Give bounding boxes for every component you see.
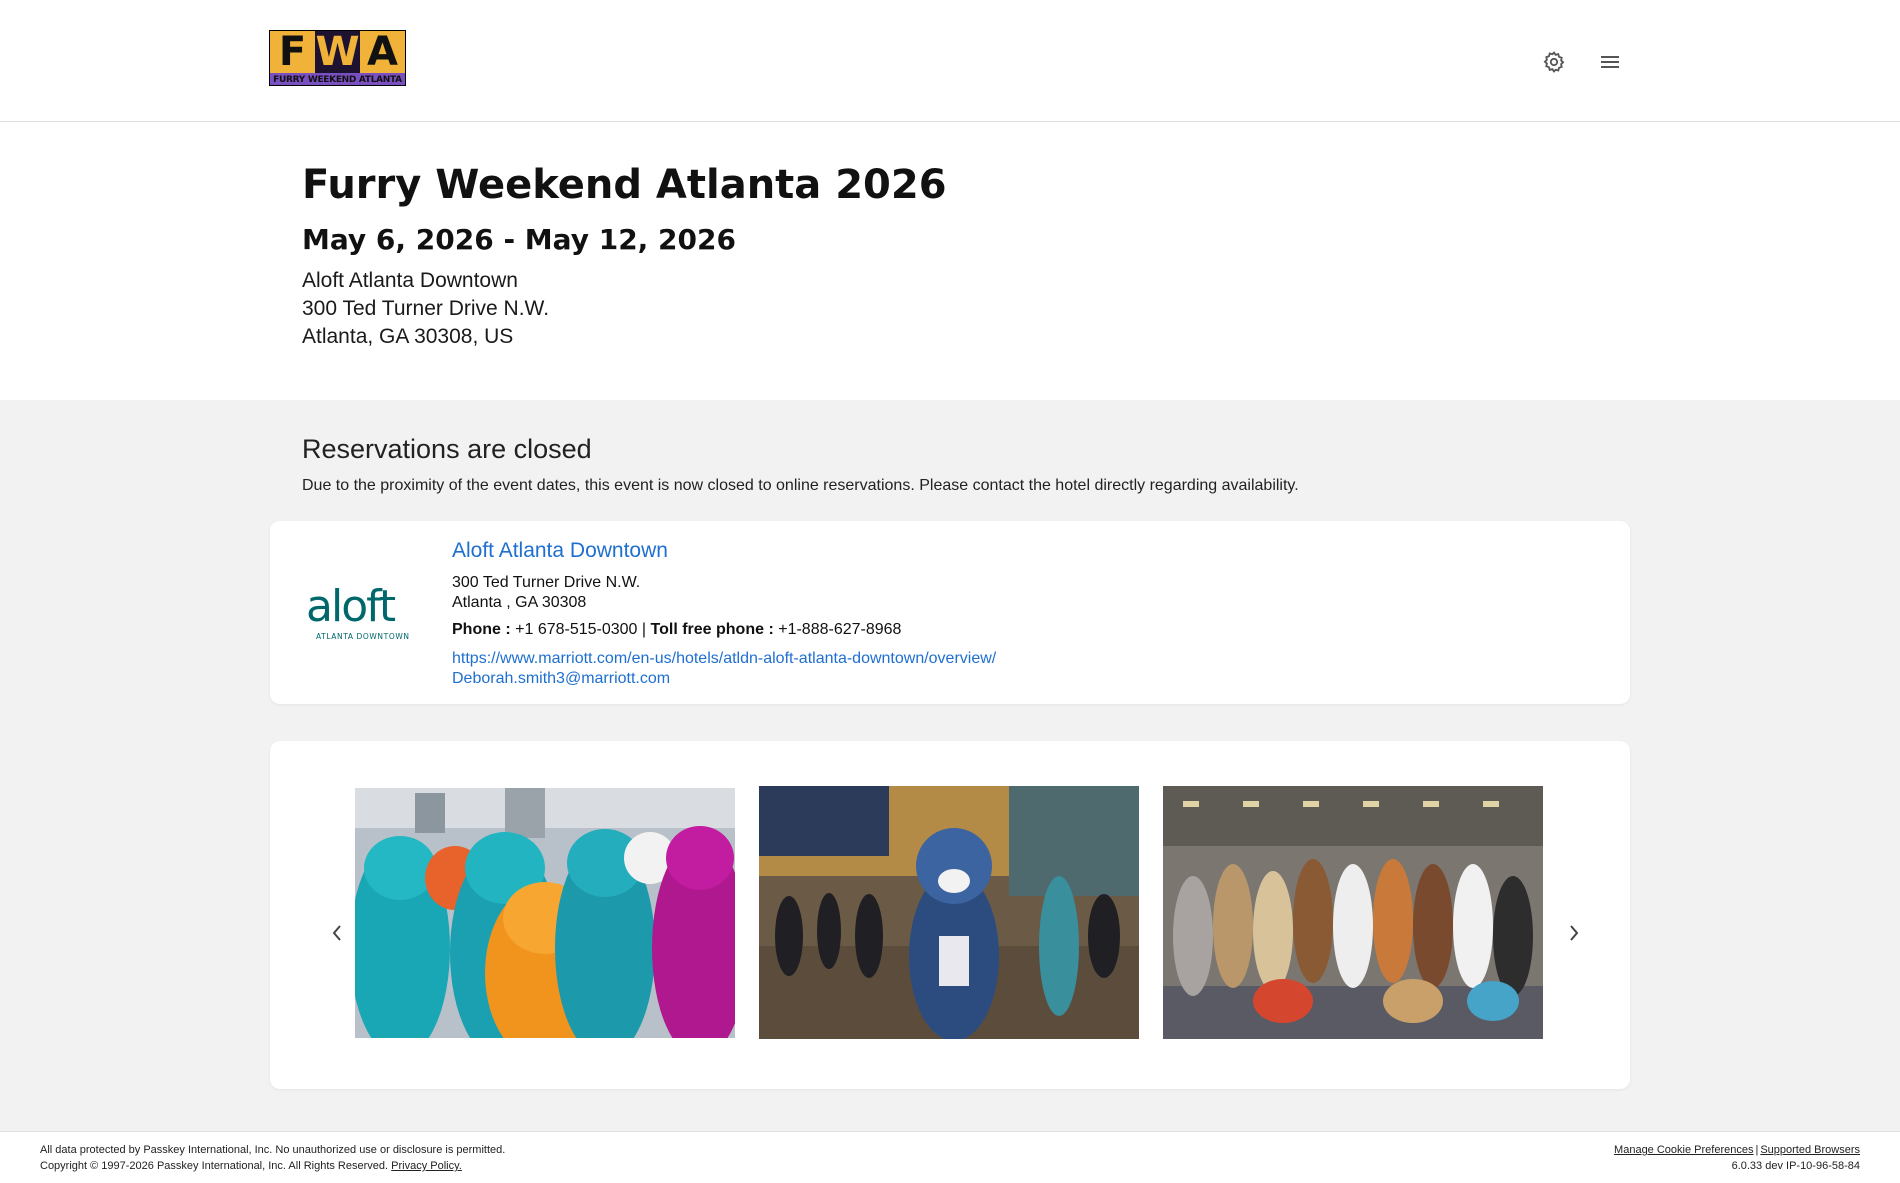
aloft-logo: aloft ATLANTA DOWNTOWN bbox=[304, 581, 420, 647]
hamburger-menu-icon[interactable] bbox=[1596, 48, 1624, 76]
footer-copyright-line: Copyright © 1997-2026 Passkey Internatio… bbox=[40, 1158, 505, 1174]
hotel-links: https://www.marriott.com/en-us/hotels/at… bbox=[452, 649, 996, 689]
chevron-left-icon[interactable] bbox=[325, 921, 349, 945]
supported-browsers-link[interactable]: Supported Browsers bbox=[1760, 1144, 1860, 1156]
footer-protection-text: All data protected by Passkey Internatio… bbox=[40, 1144, 506, 1156]
costumed-character-lobby-photo[interactable] bbox=[759, 786, 1139, 1039]
costumed-group-photo[interactable] bbox=[355, 788, 735, 1038]
logo-subtitle: FURRY WEEKEND ATLANTA bbox=[270, 73, 405, 85]
logo-letter-w: W bbox=[315, 30, 360, 75]
hotel-street: 300 Ted Turner Drive N.W. bbox=[452, 574, 641, 591]
privacy-policy-link[interactable]: Privacy Policy. bbox=[391, 1160, 462, 1172]
event-venue: Aloft Atlanta Downtown bbox=[302, 269, 518, 292]
footer-link-separator: | bbox=[1755, 1144, 1759, 1156]
top-header: F W A FURRY WEEKEND ATLANTA bbox=[0, 0, 1900, 122]
event-city-line: Atlanta, GA 30308, US bbox=[302, 325, 514, 348]
hotel-name-link[interactable]: Aloft Atlanta Downtown bbox=[452, 539, 668, 563]
phone-label: Phone : bbox=[452, 621, 511, 638]
event-address: Aloft Atlanta Downtown 300 Ted Turner Dr… bbox=[302, 267, 549, 351]
hotel-phone-line: Phone : +1 678-515-0300 | Toll free phon… bbox=[452, 621, 901, 639]
hotel-city-line: Atlanta , GA 30308 bbox=[452, 594, 587, 611]
event-info-section: Furry Weekend Atlanta 2026 May 6, 2026 -… bbox=[0, 122, 1900, 400]
footer-links: Manage Cookie Preferences | Supported Brow… bbox=[1614, 1142, 1860, 1158]
event-dates: May 6, 2026 - May 12, 2026 bbox=[302, 223, 736, 256]
hotel-website-link[interactable]: https://www.marriott.com/en-us/hotels/at… bbox=[452, 649, 996, 669]
footer-right: Manage Cookie Preferences | Supported Brow… bbox=[1614, 1142, 1860, 1174]
logo-letters: F W A bbox=[270, 31, 405, 73]
logo-letter-f: F bbox=[270, 31, 315, 73]
hotel-card: aloft ATLANTA DOWNTOWN Aloft Atlanta Dow… bbox=[270, 521, 1630, 704]
event-title: Furry Weekend Atlanta 2026 bbox=[302, 162, 947, 208]
phone-separator: | bbox=[641, 621, 647, 638]
manage-cookie-preferences-link[interactable]: Manage Cookie Preferences bbox=[1614, 1144, 1753, 1156]
toll-free-number: +1-888-627-8968 bbox=[778, 621, 902, 638]
phone-number: +1 678-515-0300 bbox=[515, 621, 638, 638]
event-street: 300 Ted Turner Drive N.W. bbox=[302, 297, 550, 320]
footer-version: 6.0.33 dev IP-10-96-58-84 bbox=[1731, 1160, 1860, 1172]
chevron-right-icon[interactable] bbox=[1562, 921, 1586, 945]
fwa-logo[interactable]: F W A FURRY WEEKEND ATLANTA bbox=[269, 30, 406, 86]
aloft-logo-text: aloft bbox=[306, 581, 396, 632]
toll-free-label: Toll free phone : bbox=[650, 621, 774, 638]
reservations-message: Due to the proximity of the event dates,… bbox=[302, 477, 1299, 494]
costumed-group-lobby-photo[interactable] bbox=[1163, 786, 1543, 1039]
footer-legal: All data protected by Passkey Internatio… bbox=[40, 1142, 505, 1174]
hotel-address: 300 Ted Turner Drive N.W. Atlanta , GA 3… bbox=[452, 573, 640, 613]
hotel-email-link[interactable]: Deborah.smith3@marriott.com bbox=[452, 669, 996, 689]
footer-copyright-text: Copyright © 1997-2026 Passkey Internatio… bbox=[40, 1160, 389, 1172]
logo-letter-a: A bbox=[360, 31, 405, 73]
reservations-heading: Reservations are closed bbox=[302, 434, 592, 464]
aloft-logo-sub: ATLANTA DOWNTOWN bbox=[316, 632, 410, 641]
photo-gallery-card bbox=[270, 741, 1630, 1089]
page-footer: All data protected by Passkey Internatio… bbox=[0, 1131, 1900, 1183]
gear-icon[interactable] bbox=[1540, 48, 1568, 76]
